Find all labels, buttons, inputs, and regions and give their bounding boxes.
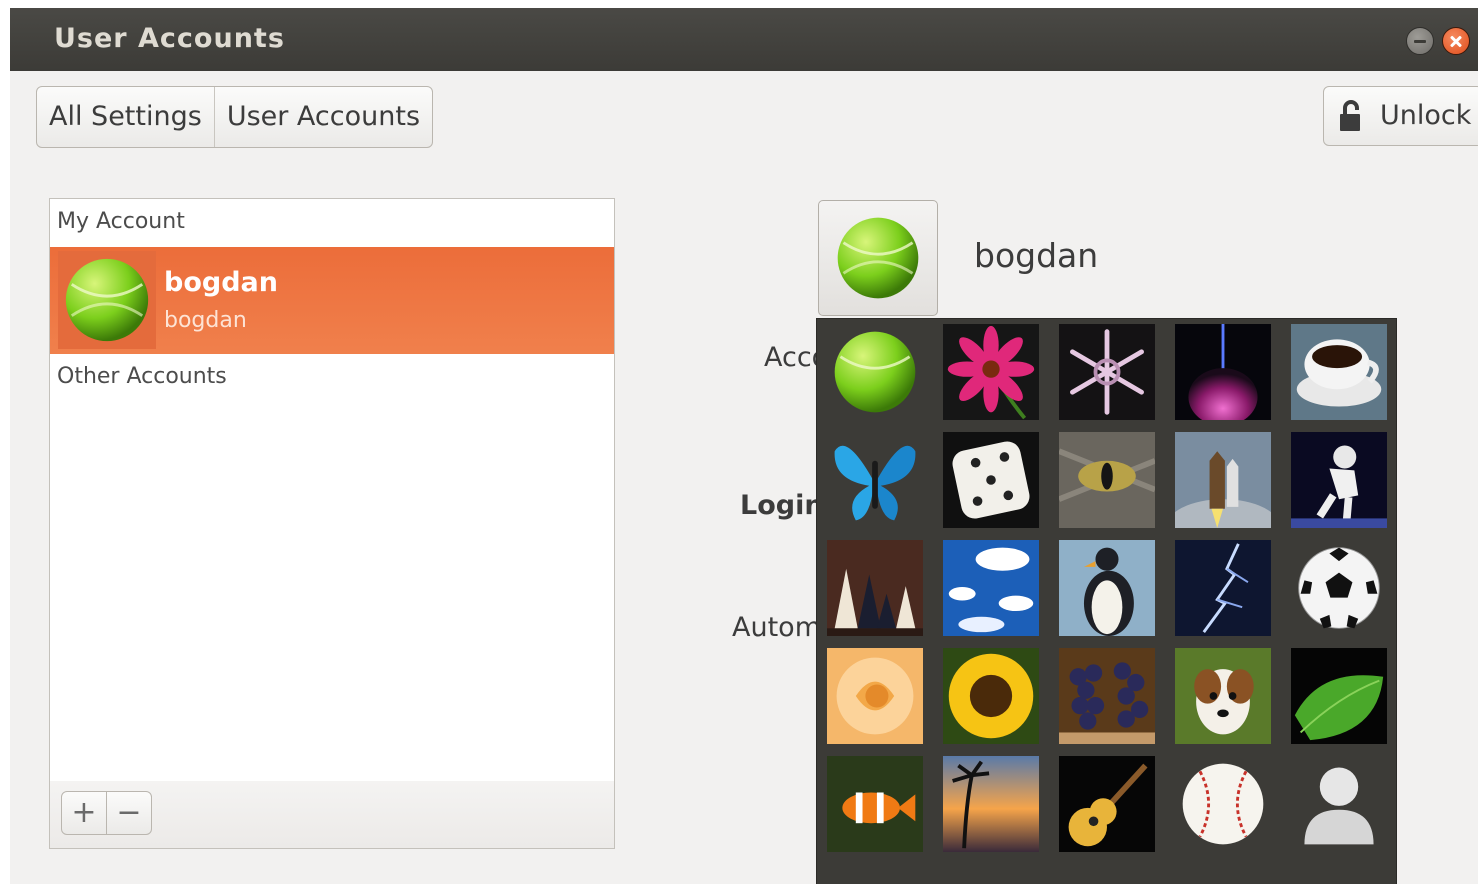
avatar-option-clouds[interactable] xyxy=(943,540,1039,636)
default-user-icon xyxy=(1291,756,1387,852)
breadcrumb-all-settings[interactable]: All Settings xyxy=(37,87,214,147)
guitar-icon xyxy=(1059,756,1155,852)
baseball-icon xyxy=(1175,756,1271,852)
penguin-icon xyxy=(1059,540,1155,636)
title-bar: User Accounts xyxy=(10,8,1478,71)
avatar-option-space-shuttle[interactable] xyxy=(1175,432,1271,528)
avatar xyxy=(58,251,156,349)
window-title: User Accounts xyxy=(54,23,285,54)
avatar-option-snowflake[interactable] xyxy=(1059,324,1155,420)
account-row-bogdan[interactable]: bogdan bogdan xyxy=(50,247,614,354)
avatar-option-default-user[interactable] xyxy=(1291,756,1387,852)
sunflower-icon xyxy=(943,648,1039,744)
snowflake-icon xyxy=(1059,324,1155,420)
grapes-icon xyxy=(1059,648,1155,744)
avatar-option-sunset[interactable] xyxy=(943,756,1039,852)
avatar-option-cat-eye[interactable] xyxy=(1059,432,1155,528)
account-name: bogdan xyxy=(164,267,278,298)
lock-icon xyxy=(1340,100,1360,131)
avatar-option-soccer-ball[interactable] xyxy=(1291,540,1387,636)
my-account-header: My Account xyxy=(57,209,185,234)
soccer-ball-icon xyxy=(1291,540,1387,636)
account-list-toolbar: + − xyxy=(49,781,615,849)
user-avatar-button[interactable] xyxy=(818,200,938,316)
avatar-option-tennis-ball[interactable] xyxy=(827,324,923,420)
butterfly-icon xyxy=(827,432,923,528)
puppy-icon xyxy=(1175,648,1271,744)
unlock-button[interactable]: Unlock xyxy=(1323,86,1478,146)
tennis-ball-icon xyxy=(827,324,923,420)
avatar-option-penguin[interactable] xyxy=(1059,540,1155,636)
astronaut-icon xyxy=(1291,432,1387,528)
avatar-option-leaf[interactable] xyxy=(1291,648,1387,744)
leaf-icon xyxy=(1291,648,1387,744)
avatar-option-guitar[interactable] xyxy=(1059,756,1155,852)
other-accounts-header: Other Accounts xyxy=(57,364,227,389)
avatar-option-baseball[interactable] xyxy=(1175,756,1271,852)
dice-icon xyxy=(943,432,1039,528)
flower-icon xyxy=(943,324,1039,420)
sunset-icon xyxy=(943,756,1039,852)
plasma-icon xyxy=(1175,324,1271,420)
tennis-ball-icon xyxy=(65,258,149,342)
lightning-icon xyxy=(1175,540,1271,636)
avatar-option-rose[interactable] xyxy=(827,648,923,744)
avatar-option-flower[interactable] xyxy=(943,324,1039,420)
login-section-label: Login xyxy=(740,490,824,521)
tennis-ball-icon xyxy=(837,217,919,299)
rose-icon xyxy=(827,648,923,744)
space-shuttle-icon xyxy=(1175,432,1271,528)
avatar-option-plasma[interactable] xyxy=(1175,324,1271,420)
avatar-option-coffee[interactable] xyxy=(1291,324,1387,420)
coffee-icon xyxy=(1291,324,1387,420)
avatar-option-sunflower[interactable] xyxy=(943,648,1039,744)
avatar-picker-popover xyxy=(816,318,1397,884)
account-list: My Account bogdan bogdan Other Accounts xyxy=(49,198,615,782)
clouds-icon xyxy=(943,540,1039,636)
avatar-option-dice[interactable] xyxy=(943,432,1039,528)
minimize-button[interactable] xyxy=(1406,27,1434,55)
avatar-option-lightning[interactable] xyxy=(1175,540,1271,636)
avatar-option-butterfly[interactable] xyxy=(827,432,923,528)
avatar-option-chess[interactable] xyxy=(827,540,923,636)
avatar-option-astronaut[interactable] xyxy=(1291,432,1387,528)
remove-user-button[interactable]: − xyxy=(106,791,152,835)
avatar-option-clownfish[interactable] xyxy=(827,756,923,852)
user-accounts-window: User Accounts All Settings User Accounts… xyxy=(10,8,1478,884)
breadcrumb: All Settings User Accounts xyxy=(36,86,434,148)
cat-eye-icon xyxy=(1059,432,1155,528)
close-button[interactable] xyxy=(1442,27,1470,55)
user-full-name[interactable]: bogdan xyxy=(974,236,1098,275)
unlock-label: Unlock xyxy=(1380,100,1472,131)
avatar-option-puppy[interactable] xyxy=(1175,648,1271,744)
chess-icon xyxy=(827,540,923,636)
account-username: bogdan xyxy=(164,308,247,333)
add-user-button[interactable]: + xyxy=(61,791,107,835)
automatic-login-label: Autom xyxy=(732,612,821,643)
clownfish-icon xyxy=(827,756,923,852)
avatar-option-grapes[interactable] xyxy=(1059,648,1155,744)
breadcrumb-user-accounts[interactable]: User Accounts xyxy=(213,87,432,147)
